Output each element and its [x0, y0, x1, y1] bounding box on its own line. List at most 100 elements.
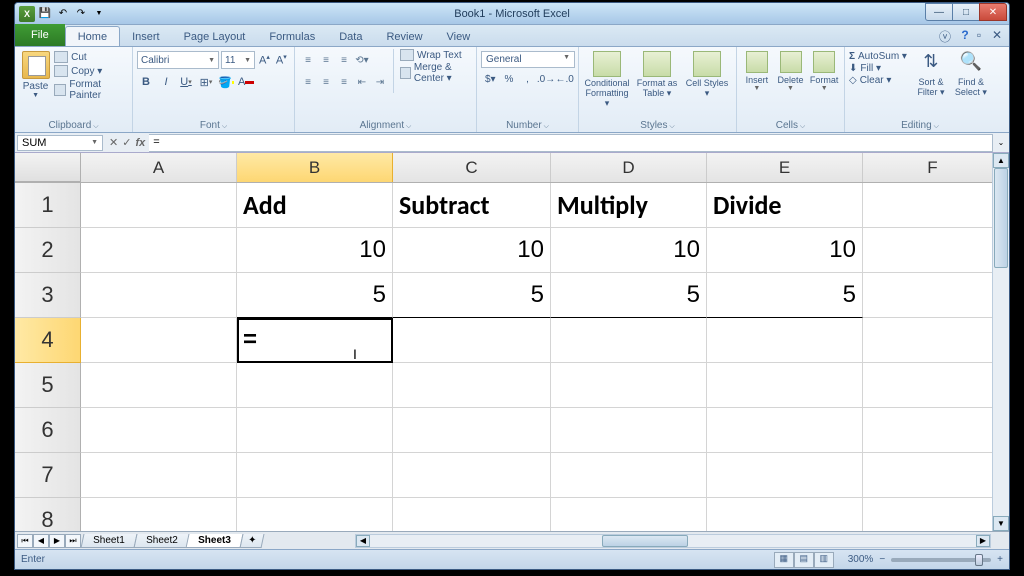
hscroll-thumb[interactable]: [602, 535, 688, 547]
fx-icon[interactable]: fx: [135, 137, 145, 149]
align-right-icon[interactable]: ≡: [335, 73, 353, 91]
cell-C5[interactable]: [393, 363, 551, 408]
cell-C4[interactable]: [393, 318, 551, 363]
name-box[interactable]: SUM▼: [17, 135, 103, 151]
sort-filter-button[interactable]: ⇅Sort & Filter ▾: [913, 51, 949, 98]
align-top-icon[interactable]: ≡: [299, 51, 317, 69]
review-tab[interactable]: Review: [374, 27, 434, 46]
cell-C3[interactable]: 5: [393, 273, 551, 318]
italic-button[interactable]: I: [157, 73, 175, 91]
col-header-b[interactable]: B: [237, 153, 393, 182]
row-header-3[interactable]: 3: [15, 273, 81, 318]
cell-A4[interactable]: [81, 318, 237, 363]
cell-D6[interactable]: [551, 408, 707, 453]
cell-A7[interactable]: [81, 453, 237, 498]
new-sheet-button[interactable]: ✦: [240, 534, 265, 548]
maximize-button[interactable]: □: [952, 3, 980, 21]
cell-D3[interactable]: 5: [551, 273, 707, 318]
zoom-slider[interactable]: [891, 558, 991, 562]
cell-E4[interactable]: [707, 318, 863, 363]
home-tab[interactable]: Home: [65, 26, 120, 46]
format-painter-button[interactable]: Format Painter: [52, 79, 128, 101]
cell-B2[interactable]: 10: [237, 228, 393, 273]
cell-B1[interactable]: Add: [237, 183, 393, 228]
row-header-5[interactable]: 5: [15, 363, 81, 408]
scroll-down-icon[interactable]: ▼: [993, 516, 1009, 531]
cell-D5[interactable]: [551, 363, 707, 408]
font-name-combo[interactable]: Calibri▼: [137, 51, 219, 69]
align-center-icon[interactable]: ≡: [317, 73, 335, 91]
cancel-formula-icon[interactable]: ✕: [109, 136, 118, 149]
cell-E1[interactable]: Divide: [707, 183, 863, 228]
insert-tab[interactable]: Insert: [120, 27, 172, 46]
col-header-d[interactable]: D: [551, 153, 707, 182]
doc-restore-icon[interactable]: ▫: [971, 28, 987, 44]
align-bottom-icon[interactable]: ≡: [335, 51, 353, 69]
row-header-4[interactable]: 4: [15, 318, 81, 363]
row-header-7[interactable]: 7: [15, 453, 81, 498]
grow-font-icon[interactable]: A▴: [257, 53, 272, 67]
vertical-scrollbar[interactable]: ▲ ▼: [992, 153, 1009, 531]
font-size-combo[interactable]: 11▼: [221, 51, 255, 69]
data-tab[interactable]: Data: [327, 27, 374, 46]
scroll-right-icon[interactable]: ▶: [976, 535, 990, 547]
page-layout-view-icon[interactable]: ▤: [794, 552, 814, 568]
save-icon[interactable]: 💾: [37, 6, 53, 22]
cell-A2[interactable]: [81, 228, 237, 273]
cell-B6[interactable]: [237, 408, 393, 453]
cell-F1[interactable]: [863, 183, 1003, 228]
row-header-1[interactable]: 1: [15, 183, 81, 228]
align-left-icon[interactable]: ≡: [299, 73, 317, 91]
currency-icon[interactable]: $▾: [481, 70, 500, 88]
cell-F7[interactable]: [863, 453, 1003, 498]
col-header-e[interactable]: E: [707, 153, 863, 182]
normal-view-icon[interactable]: ▦: [774, 552, 794, 568]
border-button[interactable]: ⊞▾: [197, 73, 215, 91]
cell-B8[interactable]: [237, 498, 393, 531]
formula-input[interactable]: =: [149, 134, 993, 152]
qat-customize-icon[interactable]: ▼: [91, 6, 107, 22]
enter-formula-icon[interactable]: ✓: [122, 136, 131, 149]
redo-icon[interactable]: ↷: [73, 6, 89, 22]
increase-decimal-icon[interactable]: .0→: [537, 70, 556, 88]
copy-button[interactable]: Copy ▾: [52, 65, 128, 77]
decrease-indent-icon[interactable]: ⇤: [353, 73, 371, 91]
clear-button[interactable]: ◇ Clear ▾: [849, 75, 907, 86]
cell-F5[interactable]: [863, 363, 1003, 408]
cell-C2[interactable]: 10: [393, 228, 551, 273]
sheet-tab-2[interactable]: Sheet2: [133, 534, 190, 548]
autosum-button[interactable]: Σ AutoSum ▾: [849, 51, 907, 62]
cell-F2[interactable]: [863, 228, 1003, 273]
minimize-button[interactable]: —: [925, 3, 953, 21]
conditional-formatting-button[interactable]: Conditional Formatting ▾: [583, 51, 631, 109]
close-button[interactable]: ✕: [979, 3, 1007, 21]
align-middle-icon[interactable]: ≡: [317, 51, 335, 69]
page-layout-tab[interactable]: Page Layout: [172, 27, 258, 46]
horizontal-scrollbar[interactable]: ◀ ▶: [355, 534, 991, 548]
cell-E3[interactable]: 5: [707, 273, 863, 318]
merge-center-button[interactable]: Merge & Center ▾: [400, 62, 472, 84]
file-tab[interactable]: File: [15, 24, 65, 46]
expand-formula-icon[interactable]: ⌄: [993, 138, 1009, 147]
prev-sheet-icon[interactable]: ◀: [33, 534, 49, 548]
cell-C6[interactable]: [393, 408, 551, 453]
sheet-tab-3[interactable]: Sheet3: [186, 534, 244, 548]
select-all-corner[interactable]: [15, 153, 81, 182]
wrap-text-button[interactable]: Wrap Text: [400, 49, 472, 61]
col-header-a[interactable]: A: [81, 153, 237, 182]
cell-E7[interactable]: [707, 453, 863, 498]
row-header-6[interactable]: 6: [15, 408, 81, 453]
zoom-in-icon[interactable]: +: [997, 554, 1003, 565]
row-header-8[interactable]: 8: [15, 498, 81, 531]
cell-A8[interactable]: [81, 498, 237, 531]
percent-icon[interactable]: %: [500, 70, 519, 88]
paste-button[interactable]: Paste ▼: [19, 49, 52, 113]
cut-button[interactable]: Cut: [52, 51, 128, 63]
cell-F3[interactable]: [863, 273, 1003, 318]
cell-C1[interactable]: Subtract: [393, 183, 551, 228]
font-color-button[interactable]: A: [237, 73, 255, 91]
cell-E6[interactable]: [707, 408, 863, 453]
cell-E5[interactable]: [707, 363, 863, 408]
cell-B5[interactable]: [237, 363, 393, 408]
undo-icon[interactable]: ↶: [55, 6, 71, 22]
